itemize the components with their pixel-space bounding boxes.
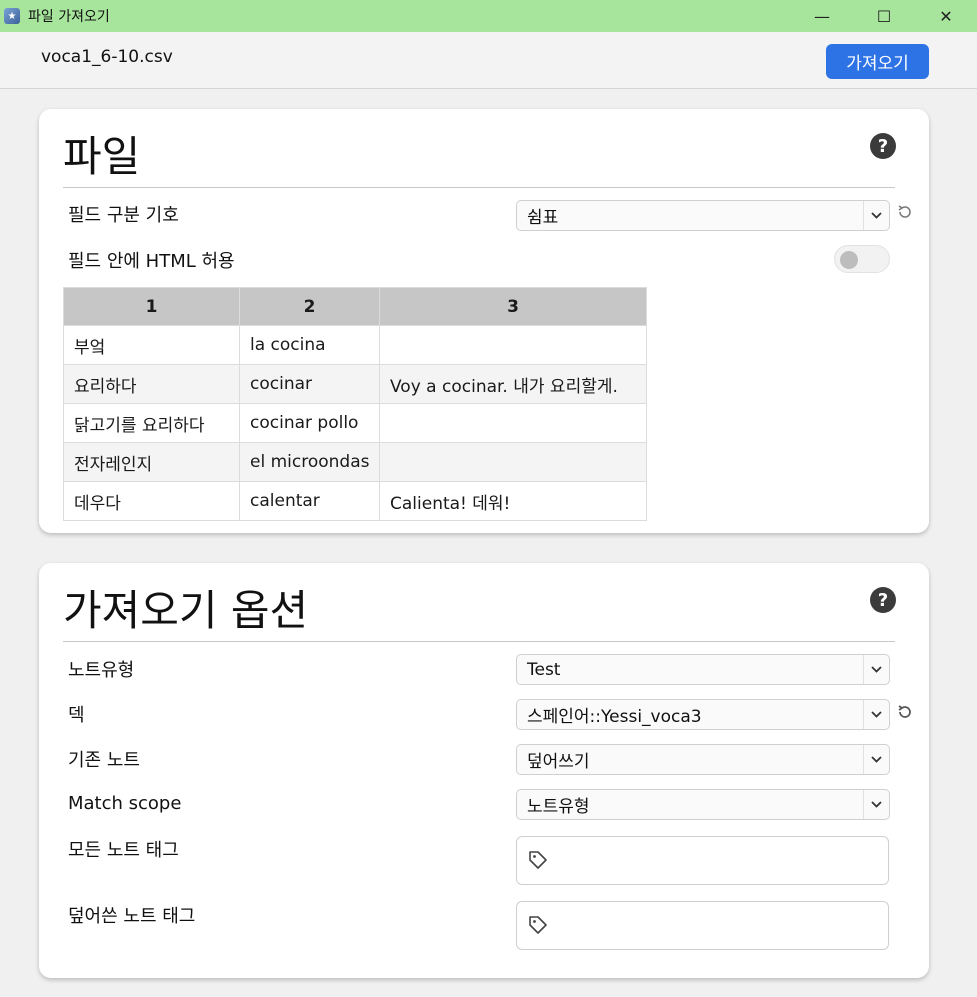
table-cell: la cocina [239,325,380,365]
table-row: 닭고기를 요리하다 cocinar pollo [63,403,647,443]
file-section-title: 파일 [63,132,141,181]
import-options-title: 가져오기 옵션 [63,586,309,635]
reset-icon[interactable] [896,203,914,226]
divider [63,641,895,642]
table-cell: el microondas [239,442,380,482]
minimize-icon: — [814,6,830,26]
table-row: 부엌 la cocina [63,325,647,365]
separator-label: 필드 구분 기호 [68,205,179,226]
match-scope-label: Match scope [68,793,182,814]
file-name: voca1_6-10.csv [41,47,173,67]
chevron-down-icon [863,655,889,684]
deck-label: 덱 [68,705,85,726]
import-options-card: 가져오기 옵션 ? 노트유형 Test 덱 스페인어::Yessi_voca3 … [39,563,929,978]
updated-notes-tags-label: 덮어쓴 노트 태그 [68,906,196,927]
notetype-value: Test [527,659,561,680]
notetype-label: 노트유형 [68,660,135,681]
deck-select[interactable]: 스페인어::Yessi_voca3 [516,699,890,730]
column-header: 2 [239,287,380,326]
table-cell: calentar [239,481,380,521]
close-icon: ✕ [939,6,953,26]
minimize-button[interactable]: — [791,0,853,32]
deck-value: 스페인어::Yessi_voca3 [527,707,702,727]
preview-table: 1 2 3 부엌 la cocina 요리하다 cocinar Voy a co… [63,287,647,521]
divider [63,187,895,188]
table-cell: Calienta! 데워! [379,481,647,521]
match-scope-select[interactable]: 노트유형 [516,789,890,820]
chevron-down-icon [863,790,889,819]
file-card: 파일 ? 필드 구분 기호 쉼표 필드 안에 HTML 허용 1 2 3 부엌 … [39,109,929,533]
table-row: 전자레인지 el microondas [63,442,647,482]
top-bar: voca1_6-10.csv 가져오기 [0,32,977,89]
separator-select[interactable]: 쉼표 [516,200,890,231]
reset-icon[interactable] [896,703,914,726]
match-scope-value: 노트유형 [527,797,590,817]
table-cell [379,325,647,365]
column-header: 3 [379,287,647,326]
existing-notes-label: 기존 노트 [68,750,140,771]
all-notes-tags-label: 모든 노트 태그 [68,840,179,861]
table-row: 데우다 calentar Calienta! 데워! [63,481,647,521]
toggle-knob [840,251,858,269]
table-cell [379,442,647,482]
import-button[interactable]: 가져오기 [826,44,929,79]
table-cell: 닭고기를 요리하다 [63,403,240,443]
table-cell: 부엌 [63,325,240,365]
table-cell: 전자레인지 [63,442,240,482]
title-bar: ★ 파일 가져오기 — ☐ ✕ [0,0,977,32]
chevron-down-icon [863,700,889,729]
separator-value: 쉼표 [527,208,559,228]
tag-icon [527,849,549,875]
help-icon[interactable]: ? [870,587,896,613]
chevron-down-icon [863,201,889,230]
close-button[interactable]: ✕ [915,0,977,32]
all-notes-tags-input[interactable] [516,836,889,885]
updated-notes-tags-input[interactable] [516,901,889,950]
table-cell: Voy a cocinar. 내가 요리할게. [379,364,647,404]
help-icon[interactable]: ? [870,133,896,159]
chevron-down-icon [863,745,889,774]
existing-notes-value: 덮어쓰기 [527,752,590,772]
maximize-icon: ☐ [876,6,892,26]
table-row: 요리하다 cocinar Voy a cocinar. 내가 요리할게. [63,364,647,404]
table-cell: 데우다 [63,481,240,521]
app-icon: ★ [4,8,20,24]
column-header: 1 [63,287,240,326]
table-cell: cocinar pollo [239,403,380,443]
maximize-button[interactable]: ☐ [853,0,915,32]
html-toggle-label: 필드 안에 HTML 허용 [68,251,235,272]
table-cell [379,403,647,443]
window-title: 파일 가져오기 [28,9,110,25]
tag-icon [527,914,549,940]
notetype-select[interactable]: Test [516,654,890,685]
table-cell: 요리하다 [63,364,240,404]
html-toggle[interactable] [834,245,890,273]
existing-notes-select[interactable]: 덮어쓰기 [516,744,890,775]
table-cell: cocinar [239,364,380,404]
